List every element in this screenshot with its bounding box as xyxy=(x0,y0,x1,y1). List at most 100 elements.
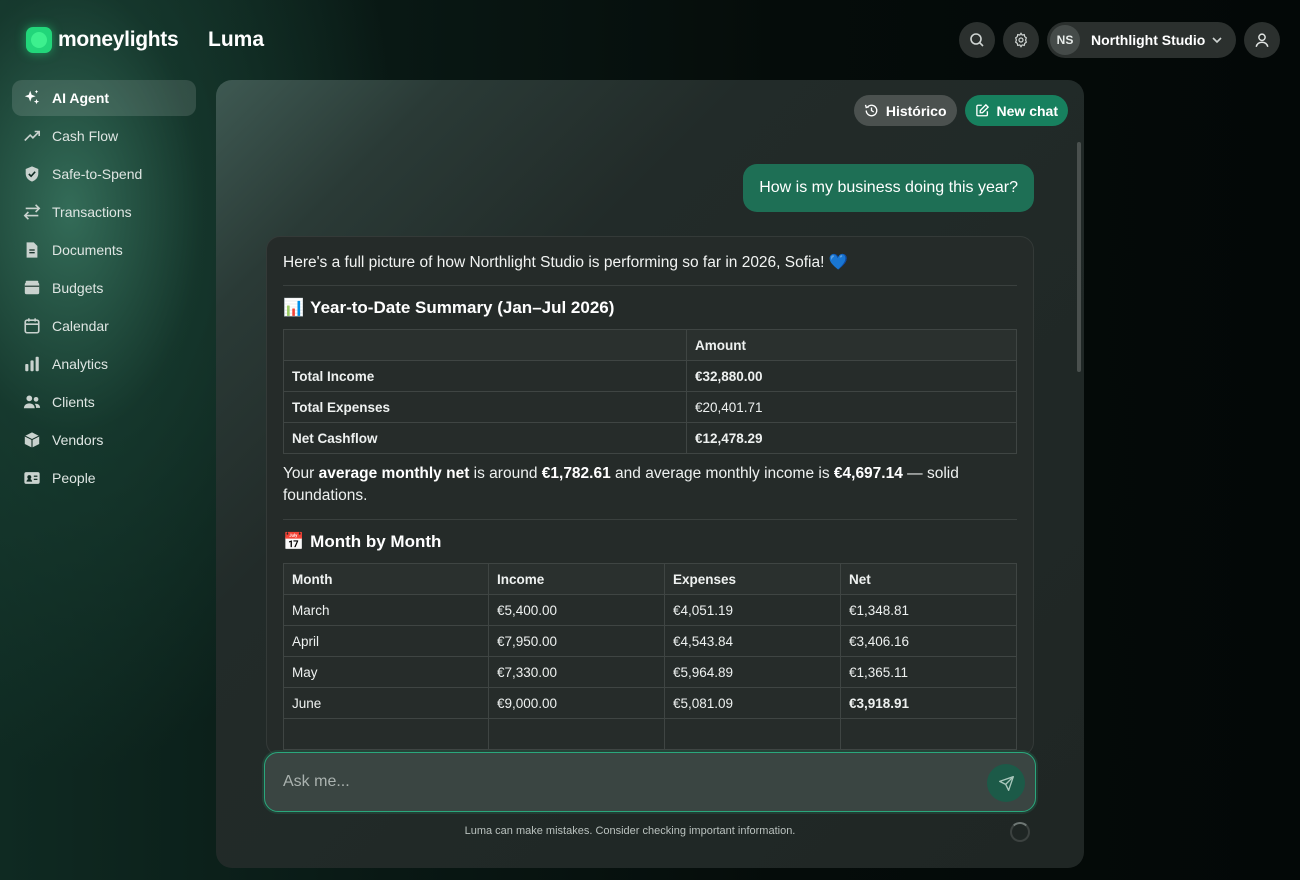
table-header: Month xyxy=(283,563,489,595)
sidebar-item-people[interactable]: People xyxy=(12,460,196,496)
new-chat-button[interactable]: New chat xyxy=(964,95,1068,126)
send-icon xyxy=(998,775,1014,791)
disclaimer-text: Luma can make mistakes. Consider checkin… xyxy=(464,825,796,837)
table-cell: €7,330.00 xyxy=(488,656,665,688)
sidebar-nav: AI Agent Cash Flow Safe-to-Spend Transac… xyxy=(12,80,196,498)
history-icon xyxy=(864,104,878,117)
wallet-icon xyxy=(23,279,41,297)
search-icon xyxy=(970,33,984,47)
brand-name: moneylights xyxy=(58,28,179,51)
summary-heading: 📊 Year-to-Date Summary (Jan–Jul 2026) xyxy=(283,298,1017,318)
table-cell: €20,401.71 xyxy=(686,391,1017,423)
sidebar-item-budgets[interactable]: Budgets xyxy=(12,270,196,306)
sparkles-icon xyxy=(23,89,41,107)
bar-chart-emoji-icon: 📊 xyxy=(283,298,305,317)
table-header: Amount xyxy=(686,329,1017,361)
history-button[interactable]: Histórico xyxy=(853,95,957,126)
document-icon xyxy=(23,241,41,259)
table-header xyxy=(283,329,687,361)
sidebar-item-analytics[interactable]: Analytics xyxy=(12,346,196,382)
text-run-bold: €1,782.61 xyxy=(541,465,611,482)
brand-logo[interactable]: moneylights xyxy=(26,27,179,53)
org-name: Northlight Studio xyxy=(1091,32,1206,48)
bar-chart-icon xyxy=(23,355,41,373)
sidebar-item-label: Safe-to-Spend xyxy=(52,166,143,182)
new-chat-label: New chat xyxy=(996,102,1058,119)
table-cell: €32,880.00 xyxy=(686,360,1017,392)
user-message-bubble: How is my business doing this year? xyxy=(743,164,1034,212)
table-cell: Net Cashflow xyxy=(283,422,687,454)
table-row: May €7,330.00 €5,964.89 €1,365.11 xyxy=(283,656,1017,688)
text-run: and average monthly income is xyxy=(610,465,834,482)
monthly-title: Month by Month xyxy=(310,532,442,551)
shield-icon xyxy=(23,165,41,183)
calendar-icon xyxy=(23,317,41,335)
summary-title: Year-to-Date Summary (Jan–Jul 2026) xyxy=(310,298,615,317)
chat-input[interactable] xyxy=(283,773,963,791)
sidebar-item-transactions[interactable]: Transactions xyxy=(12,194,196,230)
monthly-heading: 📅 Month by Month xyxy=(283,532,1017,552)
table-row: Total Income €32,880.00 xyxy=(283,360,1017,392)
table-cell: €7,950.00 xyxy=(488,625,665,657)
table-cell: €9,000.00 xyxy=(488,687,665,719)
table-cell: Total Income xyxy=(283,360,687,392)
table-row: April €7,950.00 €4,543.84 €3,406.16 xyxy=(283,625,1017,657)
gear-icon xyxy=(1014,32,1028,48)
sidebar-item-clients[interactable]: Clients xyxy=(12,384,196,420)
chevron-down-icon xyxy=(1212,37,1222,44)
chat-scrollbar[interactable] xyxy=(1077,142,1081,372)
sidebar-item-ai-agent[interactable]: AI Agent xyxy=(12,80,196,116)
table-header: Expenses xyxy=(664,563,841,595)
table-cell: €4,543.84 xyxy=(664,625,841,657)
sidebar-item-label: Transactions xyxy=(52,204,132,220)
organization-switcher[interactable]: NS Northlight Studio xyxy=(1047,22,1236,58)
search-button[interactable] xyxy=(959,22,995,58)
sidebar-item-label: Budgets xyxy=(52,280,104,296)
text-run-bold: average monthly net xyxy=(318,465,470,482)
org-avatar: NS xyxy=(1050,25,1080,55)
summary-paragraph: Your average monthly net is around €1,78… xyxy=(283,463,1017,507)
assistant-greeting: Here's a full picture of how Northlight … xyxy=(283,254,849,271)
sidebar-item-label: Vendors xyxy=(52,432,104,448)
table-header: Income xyxy=(488,563,665,595)
table-row: Total Expenses €20,401.71 xyxy=(283,391,1017,423)
top-header: moneylights Luma NS Northlight Studio xyxy=(0,0,1300,80)
sidebar-item-label: Analytics xyxy=(52,356,109,372)
sidebar-item-label: Documents xyxy=(52,242,123,258)
assistant-message: Here's a full picture of how Northlight … xyxy=(266,236,1034,756)
table-cell: €5,081.09 xyxy=(664,687,841,719)
sidebar-item-label: Cash Flow xyxy=(52,128,119,144)
sidebar-item-label: People xyxy=(52,470,96,486)
table-cell: €1,348.81 xyxy=(840,594,1017,626)
app-title: Luma xyxy=(208,28,265,51)
calendar-emoji-icon: 📅 xyxy=(283,532,305,551)
sidebar-item-cash-flow[interactable]: Cash Flow xyxy=(12,118,196,154)
text-run: Your xyxy=(283,465,319,482)
sidebar-item-calendar[interactable]: Calendar xyxy=(12,308,196,344)
sidebar-item-vendors[interactable]: Vendors xyxy=(12,422,196,458)
table-cell: €3,918.91 xyxy=(840,687,1017,719)
send-button[interactable] xyxy=(987,764,1025,802)
table-cell xyxy=(664,718,841,750)
table-row xyxy=(283,718,1017,750)
monthly-table: Month Income Expenses Net March €5,400.0… xyxy=(283,563,1017,750)
compose-icon xyxy=(975,103,989,117)
table-cell: Total Expenses xyxy=(283,391,687,423)
arrows-icon xyxy=(23,203,41,221)
loading-spinner-icon xyxy=(1010,822,1030,842)
sidebar-item-documents[interactable]: Documents xyxy=(12,232,196,268)
sidebar-item-safe-to-spend[interactable]: Safe-to-Spend xyxy=(12,156,196,192)
logo-mark-icon xyxy=(26,27,52,53)
settings-button[interactable] xyxy=(1003,22,1039,58)
divider xyxy=(283,519,1017,520)
table-cell: €1,365.11 xyxy=(840,656,1017,688)
chat-actions: Histórico New chat xyxy=(853,95,1068,126)
table-cell xyxy=(488,718,665,750)
table-row: March €5,400.00 €4,051.19 €1,348.81 xyxy=(283,594,1017,626)
profile-button[interactable] xyxy=(1244,22,1280,58)
id-card-icon xyxy=(23,469,41,487)
table-cell: April xyxy=(283,625,489,657)
table-cell xyxy=(283,718,489,750)
sidebar-item-label: Calendar xyxy=(52,318,109,334)
table-cell: May xyxy=(283,656,489,688)
